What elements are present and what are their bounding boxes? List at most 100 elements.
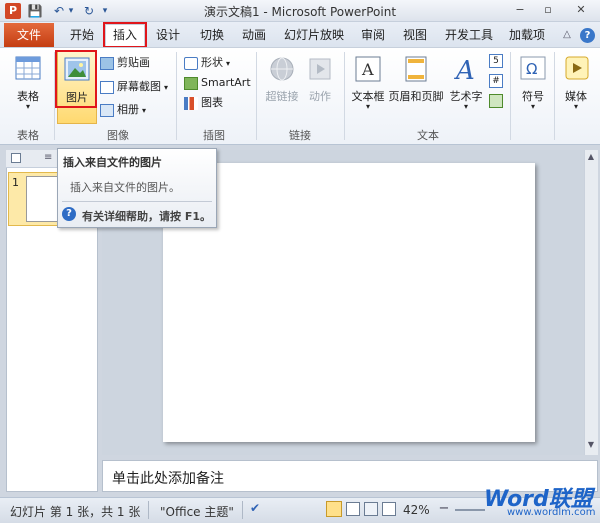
tab-animations[interactable]: 动画 — [236, 24, 272, 46]
action-label: 动作 — [309, 90, 331, 103]
group-separator — [344, 52, 345, 140]
chart-button[interactable]: 图表 — [184, 94, 223, 112]
notes-placeholder: 单击此处添加备注 — [112, 471, 224, 487]
status-divider — [242, 501, 243, 519]
shapes-label: 形状 — [201, 56, 223, 69]
screenshot-button[interactable]: 屏幕截图 ▾ — [100, 78, 168, 96]
theme-status[interactable]: "Office 主题" — [160, 503, 234, 520]
shapes-icon — [184, 56, 198, 70]
outline-tab-icon[interactable]: ≡ — [44, 152, 58, 164]
header-footer-label: 页眉和页脚 — [388, 90, 444, 103]
tooltip-title: 插入来自文件的图片 — [63, 156, 162, 169]
tab-home[interactable]: 开始 — [64, 24, 100, 46]
svg-text:A: A — [361, 60, 374, 79]
chart-label: 图表 — [201, 96, 223, 109]
slide-number-icon[interactable]: # — [489, 74, 503, 88]
scroll-up-icon[interactable]: ▲ — [586, 152, 596, 162]
insert-tab-highlight — [103, 22, 147, 48]
vertical-scrollbar[interactable] — [584, 150, 598, 455]
tooltip-body: 插入来自文件的图片。 — [70, 181, 180, 194]
close-button[interactable]: ✕ — [571, 2, 591, 18]
status-divider — [148, 501, 149, 519]
omega-icon: Ω — [520, 56, 546, 80]
wordart-button[interactable]: A 艺术字 ▾ — [446, 54, 486, 118]
media-dropdown-icon: ▾ — [573, 102, 578, 111]
zoom-slider-track[interactable] — [455, 509, 485, 511]
hyperlink-button[interactable]: 超链接 — [262, 54, 302, 118]
album-dropdown-icon: ▾ — [142, 106, 147, 115]
help-icon: ? — [62, 207, 76, 221]
tab-developer[interactable]: 开发工具 — [442, 24, 496, 46]
table-button[interactable]: 表格 ▾ — [8, 54, 48, 118]
tab-view[interactable]: 视图 — [397, 24, 433, 46]
normal-view-icon[interactable] — [326, 501, 342, 517]
tab-transitions[interactable]: 切换 — [194, 24, 230, 46]
header-footer-button[interactable]: 页眉和页脚 — [388, 54, 444, 118]
tab-review[interactable]: 审阅 — [355, 24, 391, 46]
album-label: 相册 — [117, 103, 139, 116]
help-icon[interactable]: ? — [580, 28, 595, 43]
group-label-links: 链接 — [289, 129, 311, 142]
svg-text:A: A — [454, 56, 475, 84]
wordart-dropdown-icon: ▾ — [463, 102, 468, 111]
media-button[interactable]: 媒体 ▾ — [558, 54, 594, 118]
screenshot-icon — [100, 80, 114, 94]
tooltip-divider — [62, 201, 212, 202]
symbols-dropdown-icon: ▾ — [530, 102, 535, 111]
textbox-button[interactable]: A 文本框 ▾ — [348, 54, 388, 118]
table-dropdown-icon: ▾ — [25, 102, 30, 111]
group-label-text: 文本 — [417, 129, 439, 142]
screenshot-dropdown-icon: ▾ — [164, 83, 169, 92]
slide-thumbnail-number: 1 — [12, 176, 19, 189]
slides-tab-icon[interactable] — [11, 153, 21, 163]
action-icon — [309, 58, 331, 80]
spelling-check-icon[interactable]: ✔ — [250, 501, 266, 517]
reading-view-icon[interactable] — [364, 502, 378, 516]
tab-addins[interactable]: 加载项 — [506, 24, 548, 46]
date-time-icon[interactable]: 5 — [489, 54, 503, 68]
textbox-dropdown-icon: ▾ — [365, 102, 370, 111]
shapes-button[interactable]: 形状 ▾ — [184, 54, 230, 72]
minimize-button[interactable]: − — [510, 2, 530, 18]
textbox-icon: A — [355, 56, 381, 82]
slide-sorter-view-icon[interactable] — [346, 502, 360, 516]
slide-canvas[interactable] — [163, 163, 535, 442]
album-button[interactable]: 相册 ▾ — [100, 101, 146, 119]
hyperlink-icon — [270, 57, 294, 81]
slide-count-status: 幻灯片 第 1 张，共 1 张 — [10, 505, 141, 519]
table-icon — [15, 56, 41, 80]
zoom-level[interactable]: 42% — [403, 503, 430, 517]
wordart-icon: A — [454, 56, 475, 84]
tooltip-help: 有关详细帮助，请按 F1。 — [82, 210, 211, 223]
album-icon — [100, 103, 114, 117]
smartart-label: SmartArt — [201, 76, 251, 89]
symbols-button[interactable]: Ω 符号 ▾ — [514, 54, 552, 118]
clipart-button[interactable]: 剪贴画 — [100, 54, 150, 72]
chart-icon — [184, 96, 198, 110]
tab-slideshow[interactable]: 幻灯片放映 — [280, 24, 348, 46]
group-label-illustrations: 插图 — [203, 129, 225, 142]
smartart-icon — [184, 76, 198, 90]
group-separator — [554, 52, 555, 140]
screenshot-label: 屏幕截图 — [117, 80, 161, 93]
header-footer-icon — [405, 56, 427, 82]
object-icon[interactable] — [489, 94, 503, 108]
group-label-tables: 表格 — [17, 129, 39, 142]
tab-design[interactable]: 设计 — [150, 24, 186, 46]
media-icon — [565, 56, 589, 80]
slideshow-view-icon[interactable] — [382, 502, 396, 516]
action-button[interactable]: 动作 — [302, 54, 338, 118]
minimize-ribbon-icon[interactable]: △ — [560, 24, 574, 46]
picture-button-highlight — [55, 50, 97, 108]
scroll-down-icon[interactable]: ▼ — [586, 440, 596, 450]
svg-text:Ω: Ω — [526, 60, 537, 78]
smartart-button[interactable]: SmartArt — [184, 74, 251, 92]
watermark-url: www.wordlm.com — [507, 507, 596, 518]
hyperlink-label: 超链接 — [265, 90, 299, 103]
tab-file[interactable]: 文件 — [4, 23, 54, 47]
maximize-button[interactable]: ▫ — [538, 2, 558, 18]
zoom-out-icon[interactable]: − — [437, 502, 451, 516]
group-separator — [176, 52, 177, 140]
shapes-dropdown-icon: ▾ — [226, 59, 231, 68]
clipart-label: 剪贴画 — [117, 56, 150, 69]
